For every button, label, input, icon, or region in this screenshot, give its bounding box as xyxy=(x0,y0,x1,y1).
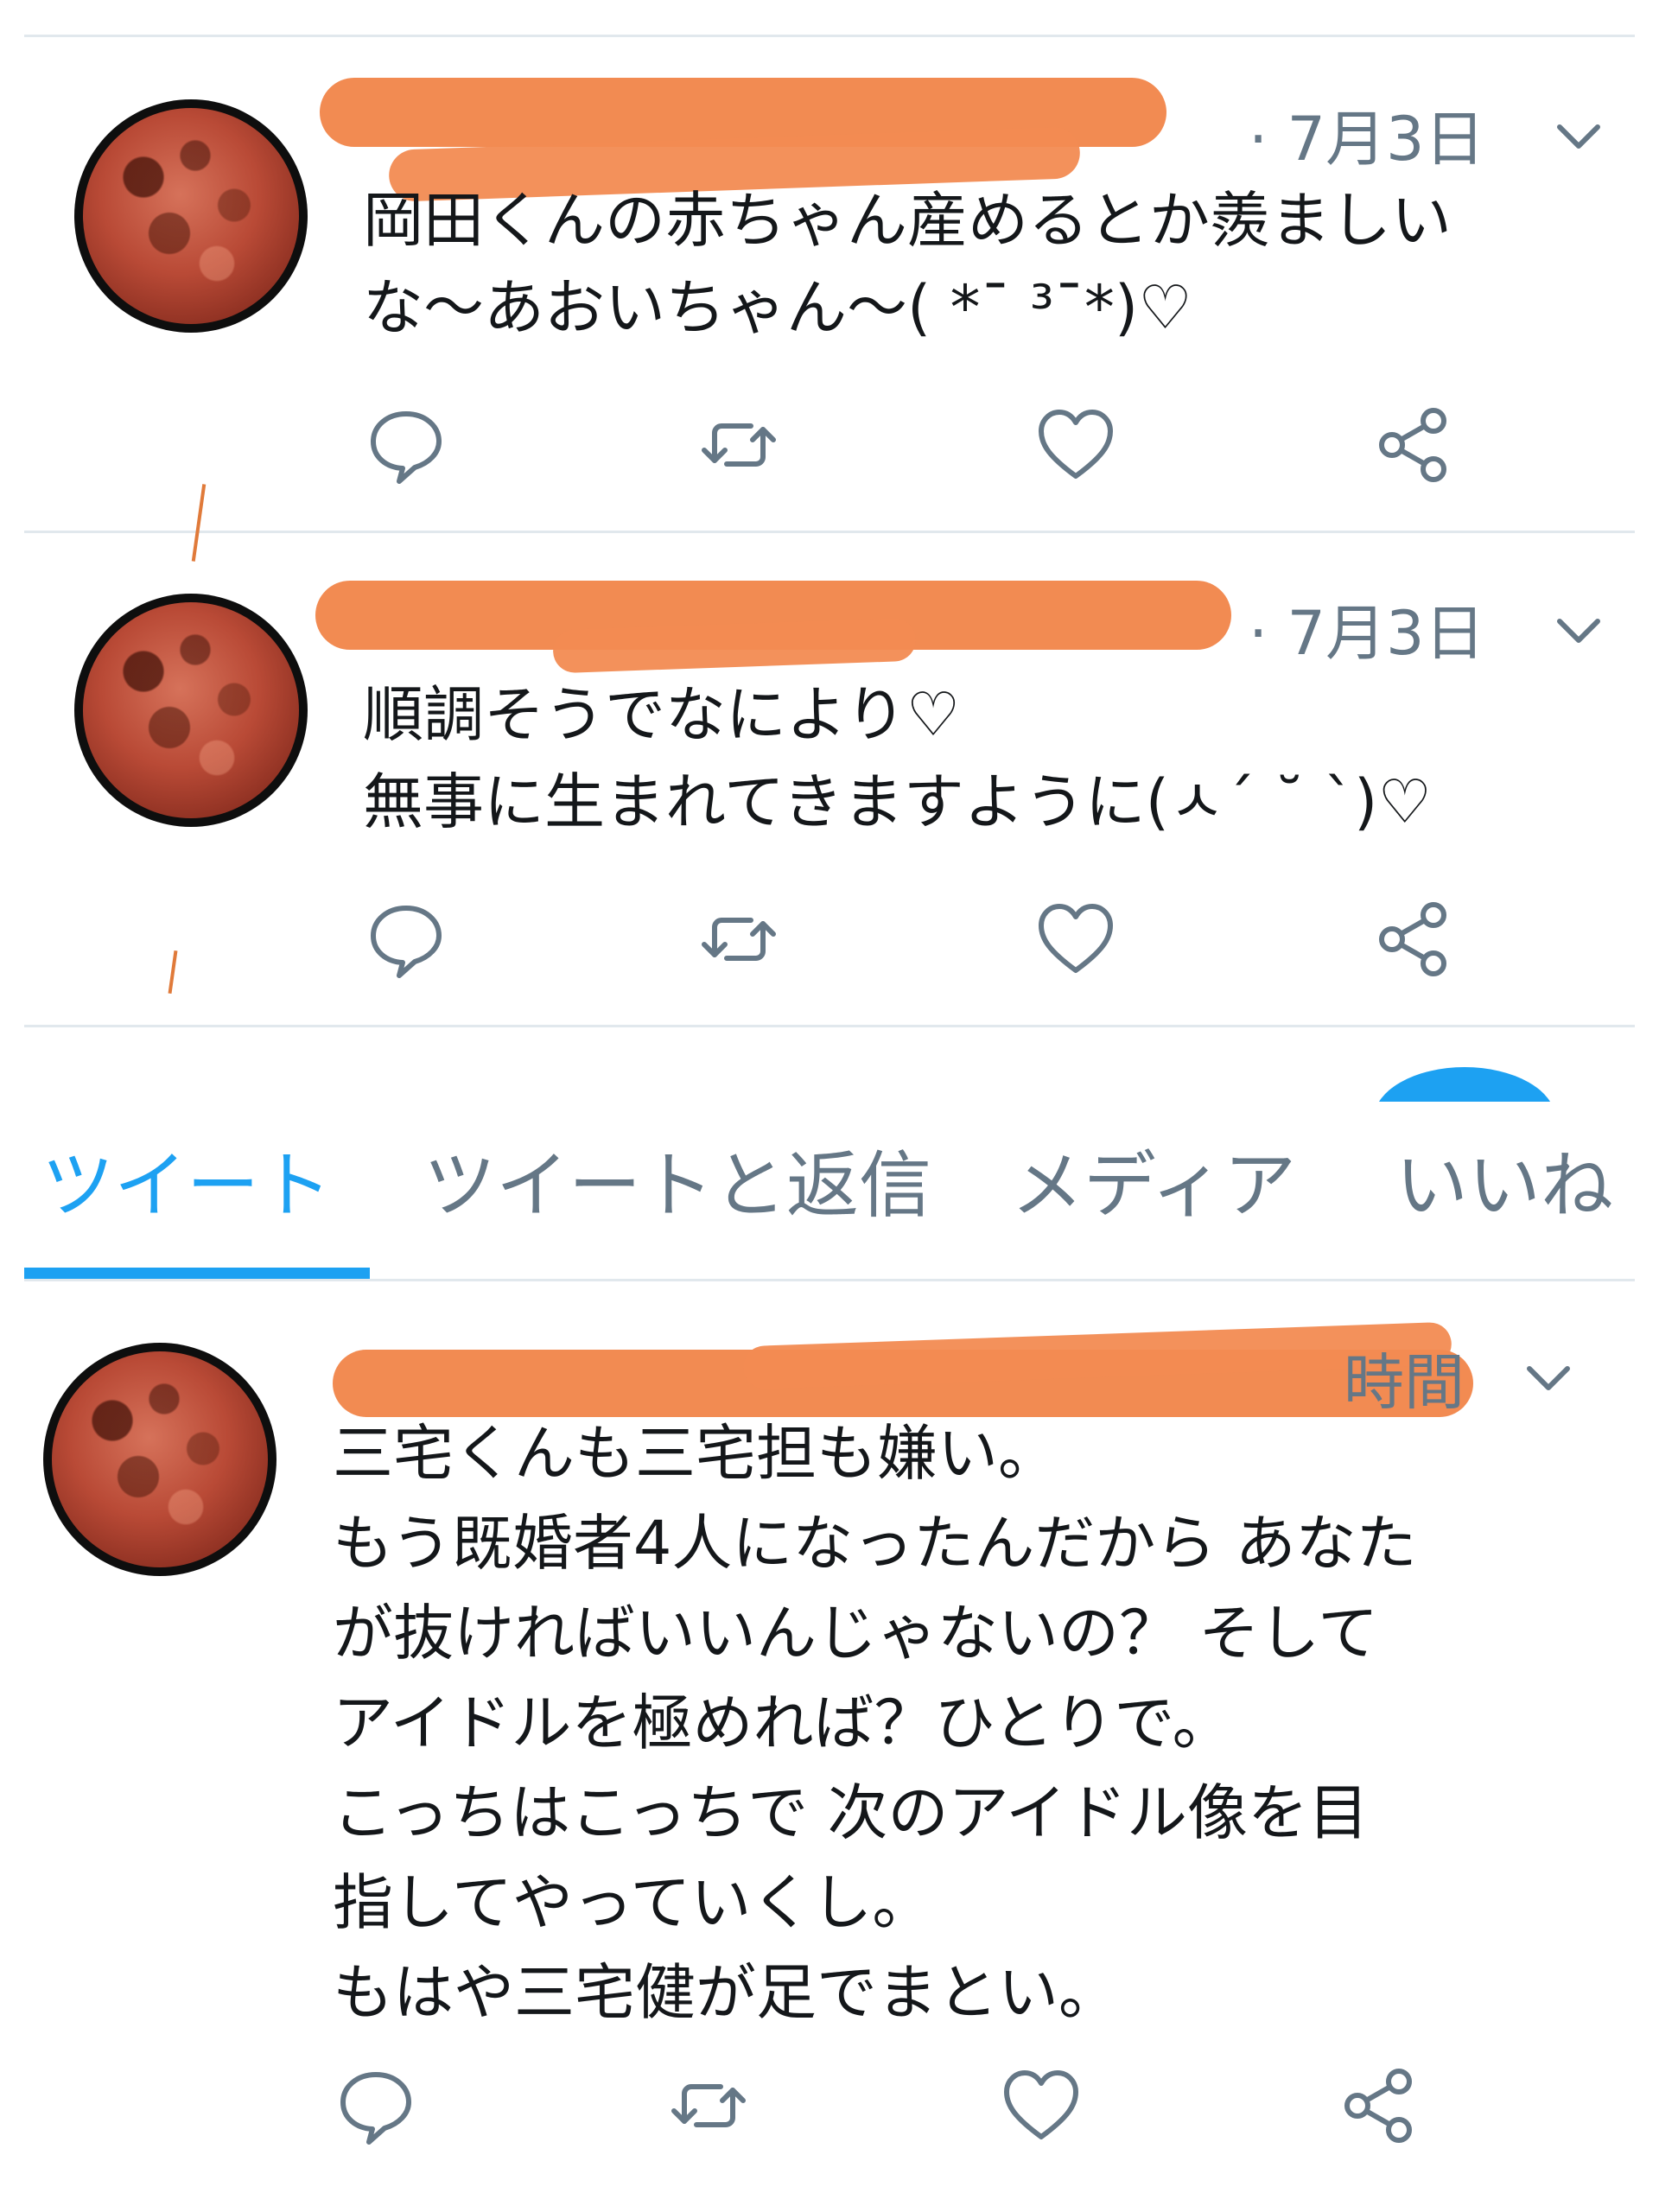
tweet-text-line: アイドルを極めれば？ひとりで。 xyxy=(333,1688,1233,1758)
tweet-text-line: もう既婚者4人になったんだから あなた xyxy=(333,1508,1417,1579)
like-icon[interactable] xyxy=(1033,896,1119,982)
tweet-text-line: もはや三宅健が足でまとい。 xyxy=(333,1957,1119,2028)
tab-tweets-and-replies[interactable]: ツイートと返信 xyxy=(423,1128,931,1232)
avatar[interactable] xyxy=(74,99,308,333)
tab-likes[interactable]: いいね xyxy=(1395,1128,1613,1232)
reply-icon[interactable] xyxy=(333,2063,419,2149)
tweet-text-line: 岡田くんの赤ちゃん産めるとか羨ましい xyxy=(363,185,1452,256)
tabs-divider xyxy=(24,1279,1635,1281)
moon-avatar-image xyxy=(83,108,299,324)
moon-avatar-image xyxy=(83,602,299,818)
tweet-text-line: 三宅くんも三宅担も嫌い。 xyxy=(333,1418,1058,1489)
retweet-icon[interactable] xyxy=(696,402,782,488)
retweet-icon[interactable] xyxy=(696,896,782,982)
tweet-text-line: 順調そうでなにより♡ xyxy=(363,679,961,750)
caret-down-icon[interactable] xyxy=(1521,1350,1576,1405)
reply-icon[interactable] xyxy=(363,402,449,488)
tweet-text: 岡田くんの赤ちゃん産めるとか羨ましい な〜あおいちゃん〜( *¯ ³¯*)♡ xyxy=(363,177,1452,352)
tweet-timestamp: · 7月3日 xyxy=(1249,598,1485,669)
tweet-text: 三宅くんも三宅担も嫌い。 もう既婚者4人になったんだから あなた が抜ければいい… xyxy=(333,1408,1417,2037)
caret-down-icon[interactable] xyxy=(1551,108,1606,163)
tweet-text-line: こっちはこっちで 次のアイドル像を目 xyxy=(333,1777,1369,1848)
avatar[interactable] xyxy=(43,1343,276,1576)
reply-icon[interactable] xyxy=(363,896,449,982)
tweet-text-line: が抜ければいいんじゃないの？ そして xyxy=(333,1598,1379,1669)
photo-scratch xyxy=(168,950,178,995)
like-icon[interactable] xyxy=(1033,402,1119,488)
active-tab-indicator xyxy=(24,1268,370,1280)
photo-scratch xyxy=(191,484,207,562)
floating-compose-button-peek[interactable] xyxy=(1374,1067,1555,1102)
tweet-timestamp: · 7月3日 xyxy=(1249,104,1485,175)
moon-avatar-image xyxy=(52,1351,268,1567)
tweet-text-line: 指してやっていくし。 xyxy=(333,1867,933,1938)
caret-down-icon[interactable] xyxy=(1551,602,1606,658)
tweet-text-line: 無事に生まれてきますように(ㅅ´ ˘ `)♡ xyxy=(363,766,1433,837)
top-divider xyxy=(24,35,1635,37)
profile-tabs: ツイート ツイートと返信 メディア いいね xyxy=(0,1041,1659,1283)
profile-timeline: · 7月3日 岡田くんの赤ちゃん産めるとか羨ましい な〜あおいちゃん〜( *¯ … xyxy=(0,0,1659,2212)
tweet-divider xyxy=(24,1025,1635,1027)
tweet-text-line: な〜あおいちゃん〜( *¯ ³¯*)♡ xyxy=(363,272,1192,343)
tab-media[interactable]: メディア xyxy=(1011,1128,1296,1232)
share-icon[interactable] xyxy=(1370,402,1456,488)
tweet-text: 順調そうでなにより♡ 無事に生まれてきますように(ㅅ´ ˘ `)♡ xyxy=(363,671,1432,846)
tab-tweets[interactable]: ツイート xyxy=(41,1128,332,1232)
share-icon[interactable] xyxy=(1370,896,1456,982)
retweet-icon[interactable] xyxy=(665,2063,752,2149)
like-icon[interactable] xyxy=(998,2063,1084,2149)
tweet-divider xyxy=(24,531,1635,533)
share-icon[interactable] xyxy=(1335,2063,1421,2149)
avatar[interactable] xyxy=(74,594,308,827)
